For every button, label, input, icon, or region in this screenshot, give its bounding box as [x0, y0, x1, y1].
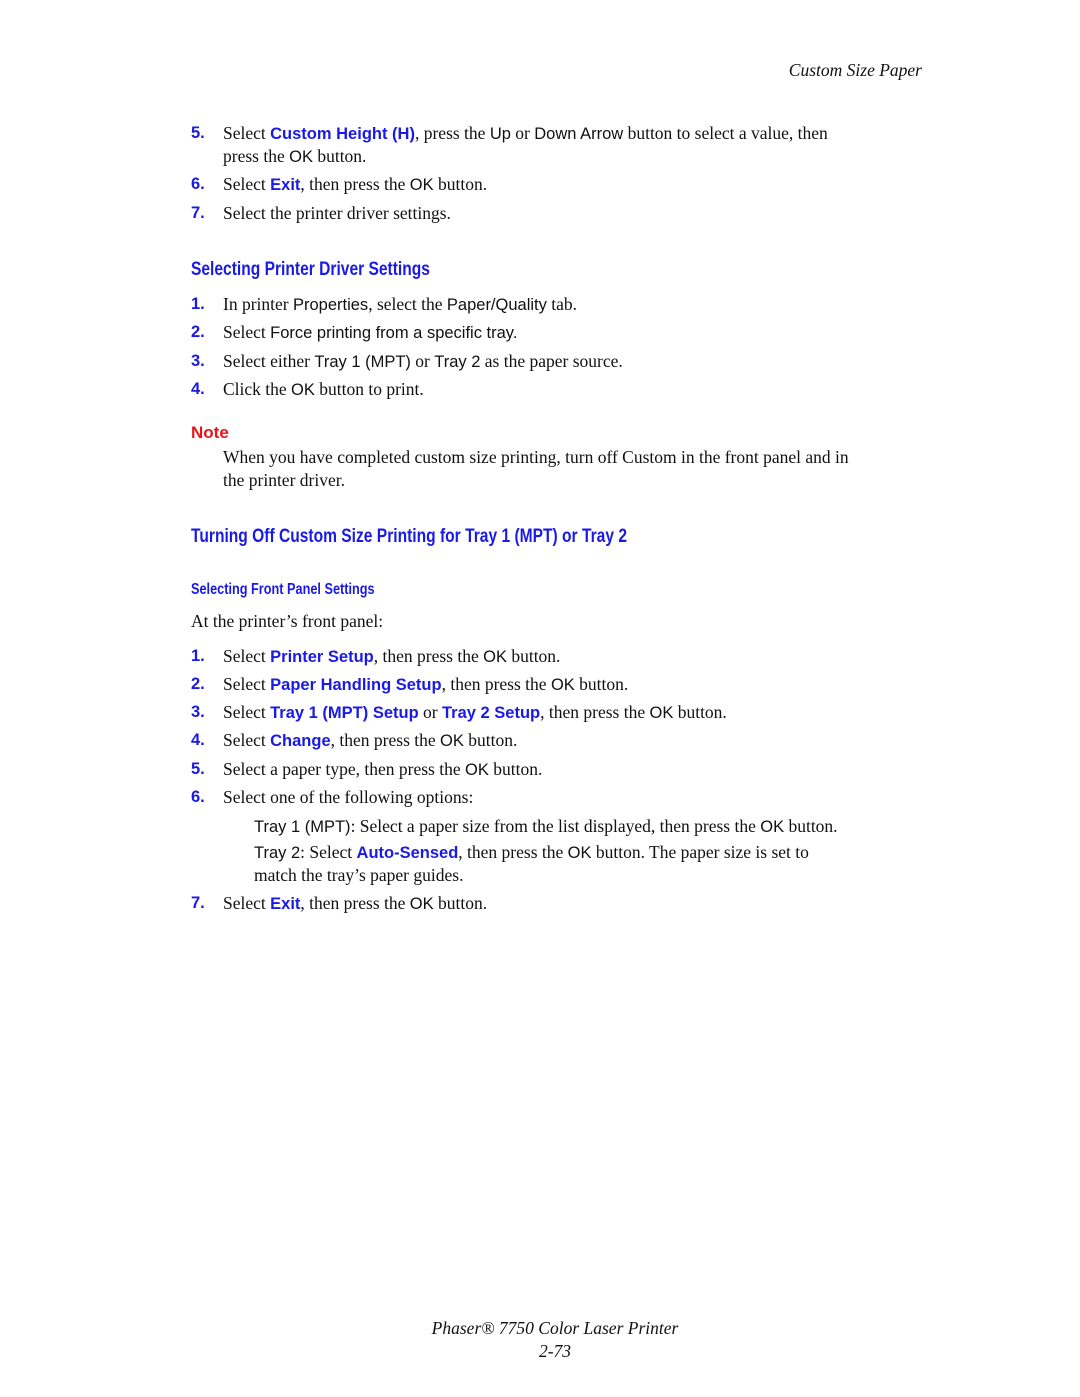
step-number: 6. — [191, 788, 205, 806]
ui-term: Custom Height (H) — [270, 125, 415, 143]
key-label: OK — [649, 704, 674, 722]
list-item: Select a paper type, then press the OK b… — [223, 759, 543, 779]
list-item: Select Force printing from a specific tr… — [223, 322, 518, 342]
step-number: 2. — [191, 675, 205, 693]
page-number: 2-73 — [538, 1341, 572, 1361]
ui-term: Tray 2 Setup — [442, 704, 541, 722]
section-heading: Turning Off Custom Size Printing for Tra… — [191, 526, 627, 547]
key-label: Force printing from a specific tray. — [270, 324, 518, 342]
note-label: Note — [191, 423, 229, 442]
step-number: 4. — [191, 731, 205, 749]
key-label: Properties — [292, 296, 369, 314]
key-label: OK — [760, 818, 785, 836]
list-item: Select Exit, then press the OK button. — [223, 174, 488, 194]
ui-term: Printer Setup — [270, 648, 374, 666]
list-item: Select Change, then press the OK button. — [223, 730, 518, 750]
option-tray2: Tray 2: Select Auto-Sensed, then press t… — [254, 842, 809, 862]
ui-term: Change — [270, 732, 331, 750]
list-item: Select the printer driver settings. — [223, 203, 451, 223]
list-item: Select Paper Handling Setup, then press … — [223, 674, 629, 694]
key-label: Up — [489, 125, 511, 143]
subsection-heading: Selecting Front Panel Settings — [191, 581, 375, 598]
option-label: Tray 1 (MPT) — [254, 818, 351, 836]
footer-product: Phaser® 7750 Color Laser Printer — [431, 1318, 679, 1338]
step-number: 5. — [191, 124, 205, 142]
section-heading: Selecting Printer Driver Settings — [191, 259, 430, 280]
key-label: Tray 2 — [434, 353, 481, 371]
option-label: Tray 2 — [254, 844, 301, 862]
key-label: OK — [483, 648, 507, 666]
step-number: 6. — [191, 175, 205, 193]
list-item: Select Tray 1 (MPT) Setup or Tray 2 Setu… — [223, 702, 727, 722]
key-label: Paper/Quality — [446, 296, 547, 314]
key-label: OK — [291, 381, 315, 399]
list-item: Select one of the following options: — [223, 787, 474, 807]
list-item: Select Printer Setup, then press the OK … — [223, 646, 561, 666]
list-item: Select Exit, then press the OK button. — [223, 893, 488, 913]
step-number: 7. — [191, 204, 205, 222]
option-tray1: Tray 1 (MPT): Select a paper size from t… — [254, 816, 838, 836]
key-label: Down Arrow — [534, 125, 624, 143]
list-item: In printer Properties, select the Paper/… — [223, 294, 578, 314]
list-item: Select Custom Height (H), press the Up o… — [223, 123, 828, 143]
note-text: When you have completed custom size prin… — [223, 447, 849, 467]
ui-term: Auto-Sensed — [356, 844, 459, 862]
step-number: 7. — [191, 894, 205, 912]
step-number: 1. — [191, 295, 205, 313]
key-label: OK — [550, 676, 575, 694]
key-label: OK — [567, 844, 592, 862]
key-label: OK — [409, 176, 434, 194]
list-item: Select either Tray 1 (MPT) or Tray 2 as … — [223, 351, 623, 371]
key-label: OK — [409, 895, 434, 913]
ui-term: Tray 1 (MPT) Setup — [270, 704, 419, 722]
step-number: 2. — [191, 323, 205, 341]
ui-term: Paper Handling Setup — [270, 676, 442, 694]
key-label: Tray 1 (MPT) — [314, 353, 411, 371]
option-tray2-continuation: match the tray’s paper guides. — [254, 865, 464, 885]
list-item: Click the OK button to print. — [223, 379, 424, 399]
list-item-continuation: press the OK button. — [223, 146, 367, 166]
key-label: OK — [289, 148, 313, 166]
note-text: the printer driver. — [223, 470, 345, 490]
intro-text: At the printer’s front panel: — [191, 611, 384, 631]
key-label: OK — [440, 732, 464, 750]
ui-term: Exit — [270, 895, 301, 913]
step-number: 3. — [191, 703, 205, 721]
step-number: 3. — [191, 352, 205, 370]
key-label: OK — [465, 761, 489, 779]
step-number: 5. — [191, 760, 205, 778]
running-header: Custom Size Paper — [788, 60, 922, 80]
step-number: 1. — [191, 647, 205, 665]
ui-term: Exit — [270, 176, 301, 194]
step-number: 4. — [191, 380, 205, 398]
